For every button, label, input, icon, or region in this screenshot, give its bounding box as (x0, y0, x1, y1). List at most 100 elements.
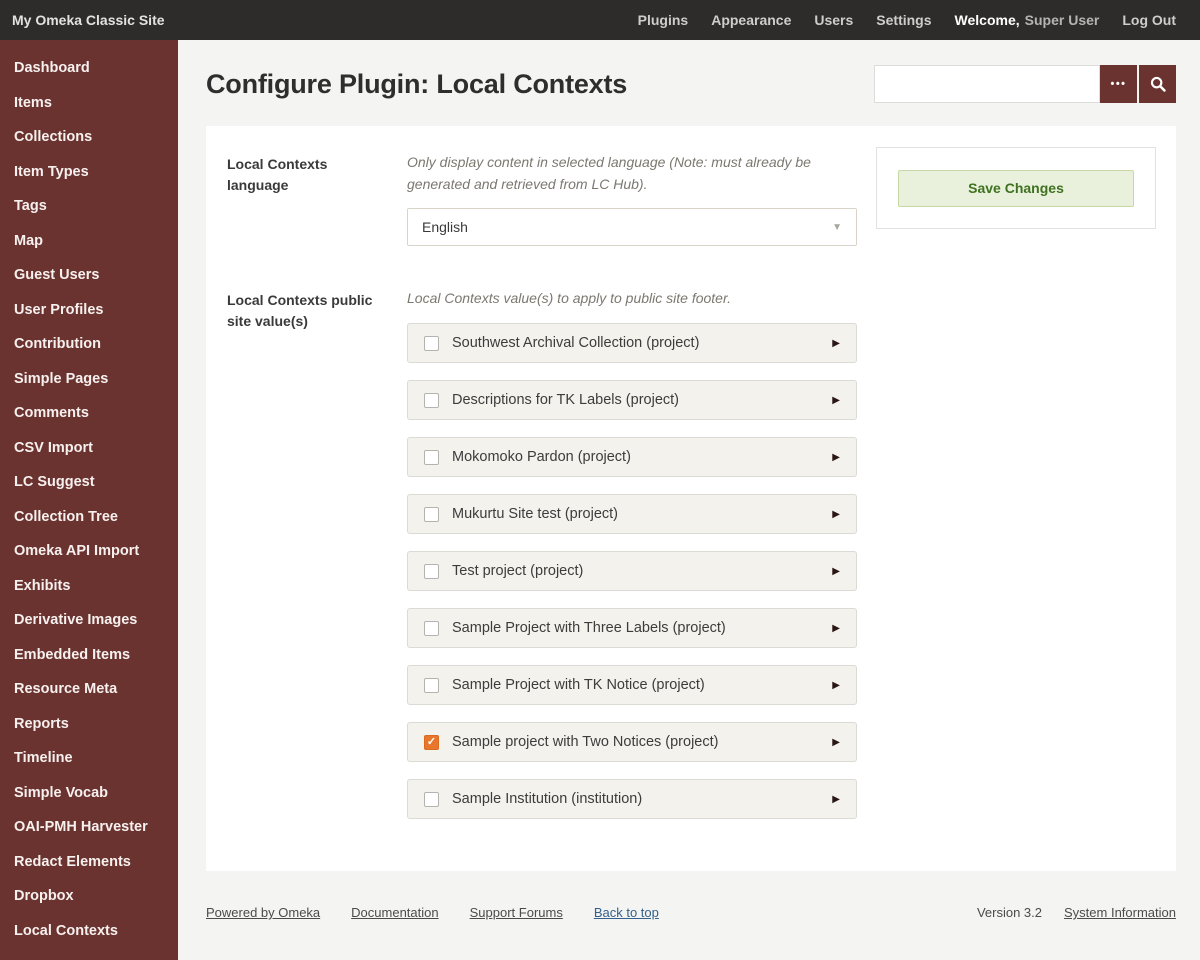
option-label: Sample Project with Three Labels (projec… (452, 620, 726, 637)
option-label: Sample Project with TK Notice (project) (452, 677, 705, 694)
footer-link-support-forums[interactable]: Support Forums (470, 905, 563, 920)
sidebar-item-simple-vocab[interactable]: Simple Vocab (0, 777, 178, 812)
ellipsis-icon: ••• (1110, 77, 1127, 90)
sidebar-item-guest-users[interactable]: Guest Users (0, 259, 178, 294)
option-label: Descriptions for TK Labels (project) (452, 392, 679, 409)
expand-arrow-icon[interactable]: ▶ (832, 794, 840, 805)
sidebar-item-collection-tree[interactable]: Collection Tree (0, 501, 178, 536)
sidebar-item-item-types[interactable]: Item Types (0, 156, 178, 191)
expand-arrow-icon[interactable]: ▶ (832, 680, 840, 691)
footer-link-powered-by-omeka[interactable]: Powered by Omeka (206, 905, 320, 920)
sidebar-item-lc-suggest[interactable]: LC Suggest (0, 466, 178, 501)
sidebar-item-exhibits[interactable]: Exhibits (0, 570, 178, 605)
checkbox[interactable]: ✓ (424, 677, 439, 693)
language-select-value: English (422, 219, 468, 236)
option-label: Test project (project) (452, 563, 584, 580)
field-public-site-values: Local Contexts public site value(s) Loca… (227, 288, 1156, 836)
expand-arrow-icon[interactable]: ▶ (832, 566, 840, 577)
search-form: ••• (874, 65, 1176, 103)
page-title: Configure Plugin: Local Contexts (206, 68, 628, 99)
sidebar-item-dropbox[interactable]: Dropbox (0, 880, 178, 915)
back-to-top-link[interactable]: Back to top (594, 905, 659, 920)
topnav-appearance[interactable]: Appearance (711, 12, 791, 28)
option-row-descriptions-tk-labels[interactable]: ✓ Descriptions for TK Labels (project) ▶ (407, 380, 857, 421)
option-row-mukurtu-site-test[interactable]: ✓ Mukurtu Site test (project) ▶ (407, 494, 857, 535)
option-label: Mokomoko Pardon (project) (452, 449, 631, 466)
options-list: ✓ Southwest Archival Collection (project… (407, 323, 857, 820)
footer: Powered by Omeka Documentation Support F… (206, 905, 1176, 940)
language-field-description: Only display content in selected languag… (407, 154, 811, 192)
sidebar-item-reports[interactable]: Reports (0, 708, 178, 743)
checkbox[interactable]: ✓ (424, 506, 439, 522)
search-button[interactable] (1139, 65, 1176, 103)
values-field-label: Local Contexts public site value(s) (227, 292, 373, 330)
checkbox[interactable]: ✓ (424, 449, 439, 465)
sidebar-item-user-profiles[interactable]: User Profiles (0, 294, 178, 329)
checkbox[interactable]: ✓ (424, 563, 439, 579)
option-row-test-project[interactable]: ✓ Test project (project) ▶ (407, 551, 857, 592)
sidebar-item-simple-pages[interactable]: Simple Pages (0, 363, 178, 398)
page-header: Configure Plugin: Local Contexts ••• (206, 56, 1176, 112)
sidebar-item-tags[interactable]: Tags (0, 190, 178, 225)
option-label: Sample Institution (institution) (452, 791, 643, 808)
option-label: Mukurtu Site test (project) (452, 506, 618, 523)
topnav-settings[interactable]: Settings (876, 12, 931, 28)
expand-arrow-icon[interactable]: ▶ (832, 623, 840, 634)
plugin-config-panel: Save Changes Local Contexts language Onl… (206, 126, 1176, 871)
sidebar-item-timeline[interactable]: Timeline (0, 742, 178, 777)
sidebar-item-resource-meta[interactable]: Resource Meta (0, 673, 178, 708)
option-row-southwest-archival[interactable]: ✓ Southwest Archival Collection (project… (407, 323, 857, 364)
sidebar-item-contribution[interactable]: Contribution (0, 328, 178, 363)
sidebar-item-local-contexts[interactable]: Local Contexts (0, 915, 178, 950)
sidebar-item-comments[interactable]: Comments (0, 397, 178, 432)
checkbox[interactable]: ✓ (424, 392, 439, 408)
sidebar-menu: Dashboard Items Collections Item Types T… (0, 40, 178, 949)
option-row-sample-two-notices[interactable]: ✓ Sample project with Two Notices (proje… (407, 722, 857, 763)
checkbox[interactable]: ✓ (424, 335, 439, 351)
topbar: My Omeka Classic Site Plugins Appearance… (0, 0, 1200, 40)
sidebar-item-collections[interactable]: Collections (0, 121, 178, 156)
expand-arrow-icon[interactable]: ▶ (832, 338, 840, 349)
sidebar-item-embedded-items[interactable]: Embedded Items (0, 639, 178, 674)
checkbox[interactable]: ✓ (424, 620, 439, 636)
option-row-sample-three-labels[interactable]: ✓ Sample Project with Three Labels (proj… (407, 608, 857, 649)
welcome-label: Welcome, (954, 12, 1020, 28)
option-row-sample-tk-notice[interactable]: ✓ Sample Project with TK Notice (project… (407, 665, 857, 706)
topnav-plugins[interactable]: Plugins (638, 12, 689, 28)
footer-link-documentation[interactable]: Documentation (351, 905, 438, 920)
values-field-description: Local Contexts value(s) to apply to publ… (407, 290, 731, 307)
option-row-mokomoko-pardon[interactable]: ✓ Mokomoko Pardon (project) ▶ (407, 437, 857, 478)
option-label: Southwest Archival Collection (project) (452, 335, 700, 352)
sidebar-item-derivative-images[interactable]: Derivative Images (0, 604, 178, 639)
checkbox[interactable]: ✓ (424, 791, 439, 807)
search-icon (1150, 76, 1166, 92)
sidebar-item-dashboard[interactable]: Dashboard (0, 52, 178, 87)
save-changes-button[interactable]: Save Changes (898, 169, 1134, 207)
sidebar: Dashboard Items Collections Item Types T… (0, 40, 178, 960)
sidebar-item-csv-import[interactable]: CSV Import (0, 432, 178, 467)
welcome-text: Welcome, Super User (955, 12, 1100, 28)
expand-arrow-icon[interactable]: ▶ (832, 452, 840, 463)
sidebar-item-omeka-api-import[interactable]: Omeka API Import (0, 535, 178, 570)
site-title-link[interactable]: My Omeka Classic Site (12, 12, 165, 28)
expand-arrow-icon[interactable]: ▶ (832, 395, 840, 406)
sidebar-item-oai-pmh-harvester[interactable]: OAI-PMH Harvester (0, 811, 178, 846)
sidebar-item-items[interactable]: Items (0, 87, 178, 122)
search-input[interactable] (874, 65, 1100, 103)
expand-arrow-icon[interactable]: ▶ (832, 737, 840, 748)
option-label: Sample project with Two Notices (project… (452, 734, 719, 751)
checkbox-checked[interactable]: ✓ (424, 734, 439, 750)
topnav: Plugins Appearance Users Settings Welcom… (638, 12, 1176, 28)
option-row-sample-institution[interactable]: ✓ Sample Institution (institution) ▶ (407, 779, 857, 820)
topnav-users[interactable]: Users (814, 12, 853, 28)
version-text: Version 3.2 (976, 905, 1042, 920)
current-user-link[interactable]: Super User (1025, 12, 1100, 28)
checkmark-icon: ✓ (426, 735, 437, 748)
expand-arrow-icon[interactable]: ▶ (832, 509, 840, 520)
system-information-link[interactable]: System Information (1064, 905, 1176, 920)
sidebar-item-redact-elements[interactable]: Redact Elements (0, 846, 178, 881)
language-select[interactable]: English ▼ (407, 208, 857, 247)
sidebar-item-map[interactable]: Map (0, 225, 178, 260)
logout-link[interactable]: Log Out (1122, 12, 1176, 28)
advanced-search-button[interactable]: ••• (1100, 65, 1137, 103)
